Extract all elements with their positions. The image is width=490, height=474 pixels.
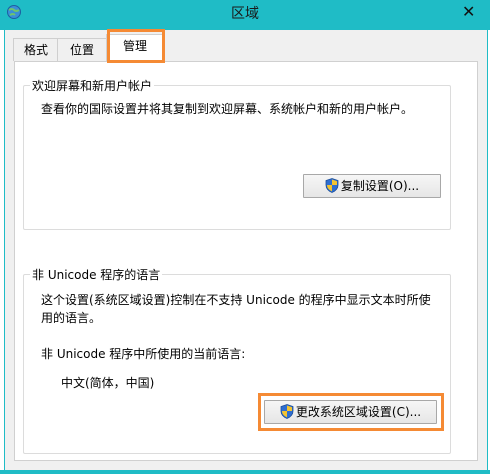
window-title: 区域 [231, 6, 259, 22]
dialog-client-area: 格式 位置 管理 欢迎屏幕和新用户帐户 查看你的国际设置并将其复制到欢迎屏幕、系… [4, 29, 488, 474]
welcome-screen-group: 欢迎屏幕和新用户帐户 查看你的国际设置并将其复制到欢迎屏幕、系统帐户和新的用户帐… [23, 77, 451, 230]
tab-formats[interactable]: 格式 [13, 38, 59, 61]
current-language-value: 中文(简体，中国) [61, 376, 155, 390]
unicode-group-legend: 非 Unicode 程序的语言 [30, 266, 163, 283]
welcome-group-description: 查看你的国际设置并将其复制到欢迎屏幕、系统帐户和新的用户帐户。 [41, 102, 414, 116]
uac-shield-icon [325, 178, 339, 193]
current-language-label: 非 Unicode 程序中所使用的当前语言: [41, 347, 246, 361]
tab-formats-label: 格式 [23, 43, 48, 57]
tab-highlight-box [107, 29, 165, 63]
tab-location[interactable]: 位置 [57, 38, 107, 61]
welcome-group-legend: 欢迎屏幕和新用户帐户 [30, 77, 155, 94]
change-locale-highlight-box [258, 393, 444, 431]
tab-panel-administrative: 欢迎屏幕和新用户帐户 查看你的国际设置并将其复制到欢迎屏幕、系统帐户和新的用户帐… [14, 61, 478, 461]
close-button[interactable]: ✕ [448, 0, 490, 26]
copy-settings-button[interactable]: 复制设置(O)... [303, 174, 441, 198]
unicode-description-line1: 这个设置(系统区域设置)控制在不支持 Unicode 的程序中显示文本时所使 [41, 293, 431, 307]
tab-location-label: 位置 [69, 43, 94, 57]
unicode-description-line2: 用的语言。 [41, 311, 102, 325]
title-bar: 区域 ✕ [0, 0, 490, 30]
copy-settings-label: 复制设置(O)... [340, 179, 420, 193]
close-icon: ✕ [462, 2, 476, 21]
unicode-language-group: 非 Unicode 程序的语言 这个设置(系统区域设置)控制在不支持 Unico… [23, 266, 451, 454]
window-bottom-border [0, 470, 490, 474]
